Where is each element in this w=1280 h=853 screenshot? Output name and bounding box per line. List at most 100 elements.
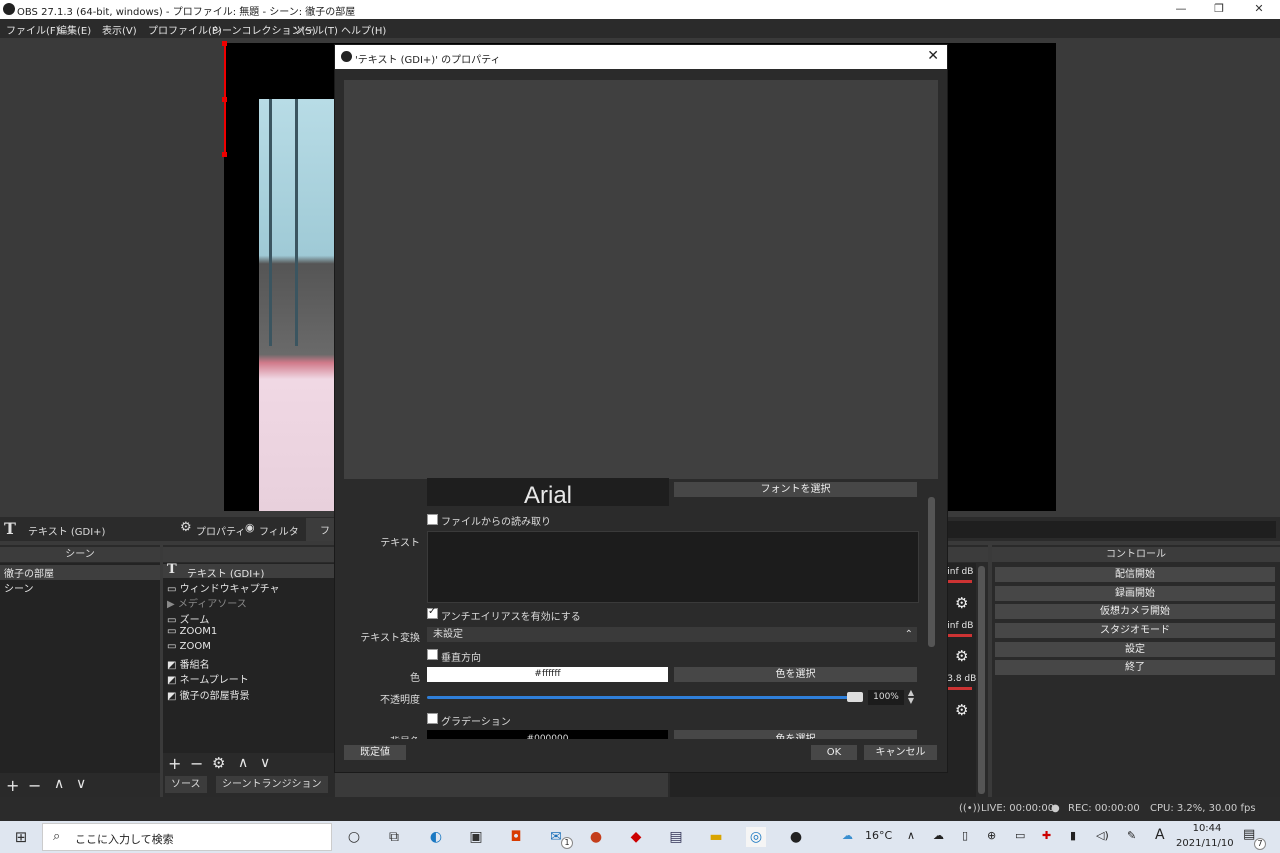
dialog-preview — [344, 80, 938, 479]
text-input[interactable] — [427, 531, 919, 603]
text-transform-select[interactable]: 未設定 ⌃ — [427, 627, 917, 642]
windows-start-icon[interactable]: ⊞ — [11, 827, 31, 847]
mixer-gear-icon[interactable]: ⚙ — [955, 594, 968, 612]
antialias-checkbox[interactable] — [427, 606, 438, 619]
move-source-down-button[interactable]: ∨ — [260, 755, 270, 771]
select-font-button[interactable]: フォントを選択 — [674, 482, 917, 497]
edge-icon[interactable]: ◐ — [426, 827, 446, 847]
antialias-label: アンチエイリアスを有効にする — [441, 612, 581, 623]
start-recording-button[interactable]: 録画開始 — [995, 586, 1275, 601]
ok-button[interactable]: OK — [811, 745, 857, 760]
cancel-button[interactable]: キャンセル — [864, 745, 937, 760]
powerpoint-icon[interactable]: ● — [586, 827, 606, 847]
scene-item[interactable]: 徹子の部屋 — [0, 565, 160, 580]
mixer-gear-icon[interactable]: ⚙ — [955, 701, 968, 719]
notification-icon[interactable]: ▤ — [1243, 827, 1255, 842]
spin-arrows-icon[interactable]: ▲ ▼ — [905, 689, 917, 706]
opacity-slider[interactable] — [427, 696, 862, 699]
source-item[interactable]: ▭ ZOOM — [167, 641, 211, 652]
rec-time: REC: 00:00:00 — [1068, 803, 1140, 814]
move-scene-down-button[interactable]: ∨ — [76, 776, 86, 792]
pen-icon[interactable]: ✎ — [1127, 829, 1136, 842]
store-icon[interactable]: ▣ — [466, 827, 486, 847]
selection-handle[interactable] — [222, 41, 227, 46]
filters-button[interactable]: フィルタ — [259, 523, 299, 538]
security-icon[interactable]: ✚ — [1042, 829, 1051, 842]
tray-expand-icon[interactable]: ∧ — [907, 829, 915, 842]
source-item[interactable]: ◩ 番組名 — [167, 656, 210, 671]
move-scene-up-button[interactable]: ∧ — [54, 776, 64, 792]
remove-source-button[interactable]: − — [190, 754, 203, 773]
menu-view[interactable]: 表示(V) — [102, 22, 137, 37]
read-from-file-checkbox[interactable] — [427, 514, 438, 525]
mixer-gear-icon[interactable]: ⚙ — [955, 647, 968, 665]
source-settings-gear-icon[interactable]: ⚙ — [212, 754, 225, 772]
source-item[interactable]: ▭ ZOOM1 — [167, 626, 217, 637]
remove-scene-button[interactable]: − — [28, 776, 41, 795]
tab-scene-transitions[interactable]: シーントランジション — [216, 776, 328, 793]
close-icon[interactable]: ✕ — [927, 48, 939, 64]
microphone-icon[interactable]: ▮ — [1070, 829, 1076, 842]
settings-button[interactable]: 設定 — [995, 642, 1275, 657]
opacity-spinbox[interactable]: 100% — [868, 690, 904, 705]
add-source-button[interactable]: + — [168, 754, 181, 773]
add-scene-button[interactable]: + — [6, 776, 19, 795]
selection-handle[interactable] — [222, 97, 227, 102]
studio-mode-button[interactable]: スタジオモード — [995, 623, 1275, 638]
office-icon[interactable]: ◘ — [506, 827, 526, 847]
file-explorer-icon[interactable]: ▬ — [706, 827, 726, 847]
gear-icon: ⚙ — [180, 520, 192, 535]
source-item[interactable]: ▶ メディアソース — [167, 595, 247, 610]
select-color-button[interactable]: 色を選択 — [674, 667, 917, 682]
opacity-slider-handle[interactable] — [847, 692, 863, 702]
mixer-level: -inf dB — [944, 621, 974, 631]
source-item[interactable]: ◩ 徹子の部屋背景 — [167, 687, 250, 702]
menu-file[interactable]: ファイル(F) — [6, 22, 60, 37]
move-source-up-button[interactable]: ∧ — [238, 755, 248, 771]
source-item[interactable]: ▭ ウィンドウキャプチャ — [167, 580, 280, 595]
dialog-title: 'テキスト (GDI+)' のプロパティ — [355, 55, 501, 66]
menu-bar: ファイル(F) 編集(E) 表示(V) プロファイル(P) シーンコレクション(… — [0, 19, 1280, 38]
vertical-checkbox[interactable] — [427, 649, 438, 660]
defaults-button[interactable]: 既定値 — [344, 745, 406, 760]
tray-device-icon[interactable]: ▯ — [962, 829, 968, 842]
menu-help[interactable]: ヘルプ(H) — [341, 22, 386, 37]
select-bgcolor-button[interactable]: 色を選択 — [674, 730, 917, 739]
app-icon[interactable]: ▤ — [666, 827, 686, 847]
speaker-icon[interactable]: ◁) — [1096, 829, 1109, 842]
mixer-scrollbar[interactable] — [978, 566, 985, 794]
obs-taskbar-icon[interactable]: ● — [786, 827, 806, 847]
toolbar-field — [940, 521, 1276, 538]
source-item[interactable]: T テキスト (GDI+) — [163, 562, 335, 580]
start-virtual-camera-button[interactable]: 仮想カメラ開始 — [995, 604, 1275, 619]
restore-button[interactable]: ❐ — [1204, 1, 1234, 17]
clock-time[interactable]: 10:44 — [1190, 823, 1224, 834]
menu-edit[interactable]: 編集(E) — [57, 22, 91, 37]
properties-button[interactable]: プロパティ — [196, 523, 245, 538]
minimize-button[interactable]: — — [1166, 1, 1196, 17]
cortana-icon[interactable]: ○ — [344, 827, 364, 847]
tab-sources[interactable]: ソース — [165, 776, 207, 793]
browser-icon[interactable]: ◎ — [746, 827, 766, 847]
source-item[interactable]: ▭ ズーム — [167, 611, 209, 626]
close-window-button[interactable]: ✕ — [1244, 1, 1274, 17]
dialog-scrollbar[interactable] — [928, 497, 935, 647]
scene-item[interactable]: シーン — [4, 580, 34, 595]
mixer-level: -3.8 dB — [944, 674, 977, 684]
ime-indicator[interactable]: A — [1155, 827, 1165, 843]
battery-icon[interactable]: ▭ — [1015, 829, 1025, 842]
clock-date[interactable]: 2021/11/10 — [1176, 838, 1234, 849]
menu-tools[interactable]: ツール(T) — [294, 22, 338, 37]
taskbar-search-box[interactable]: ⌕ ここに入力して検索 — [42, 823, 332, 851]
globe-icon[interactable]: ⊕ — [987, 829, 996, 842]
onedrive-icon[interactable]: ☁ — [933, 829, 944, 842]
acrobat-icon[interactable]: ◆ — [626, 827, 646, 847]
selection-handle[interactable] — [222, 152, 227, 157]
menu-profile[interactable]: プロファイル(P) — [148, 22, 222, 37]
gradient-checkbox[interactable] — [427, 713, 438, 724]
source-item[interactable]: ◩ ネームプレート — [167, 671, 249, 686]
start-streaming-button[interactable]: 配信開始 — [995, 567, 1275, 582]
live-icon: ((•)) — [959, 803, 981, 814]
task-view-icon[interactable]: ⧉ — [384, 827, 404, 847]
exit-button[interactable]: 終了 — [995, 660, 1275, 675]
